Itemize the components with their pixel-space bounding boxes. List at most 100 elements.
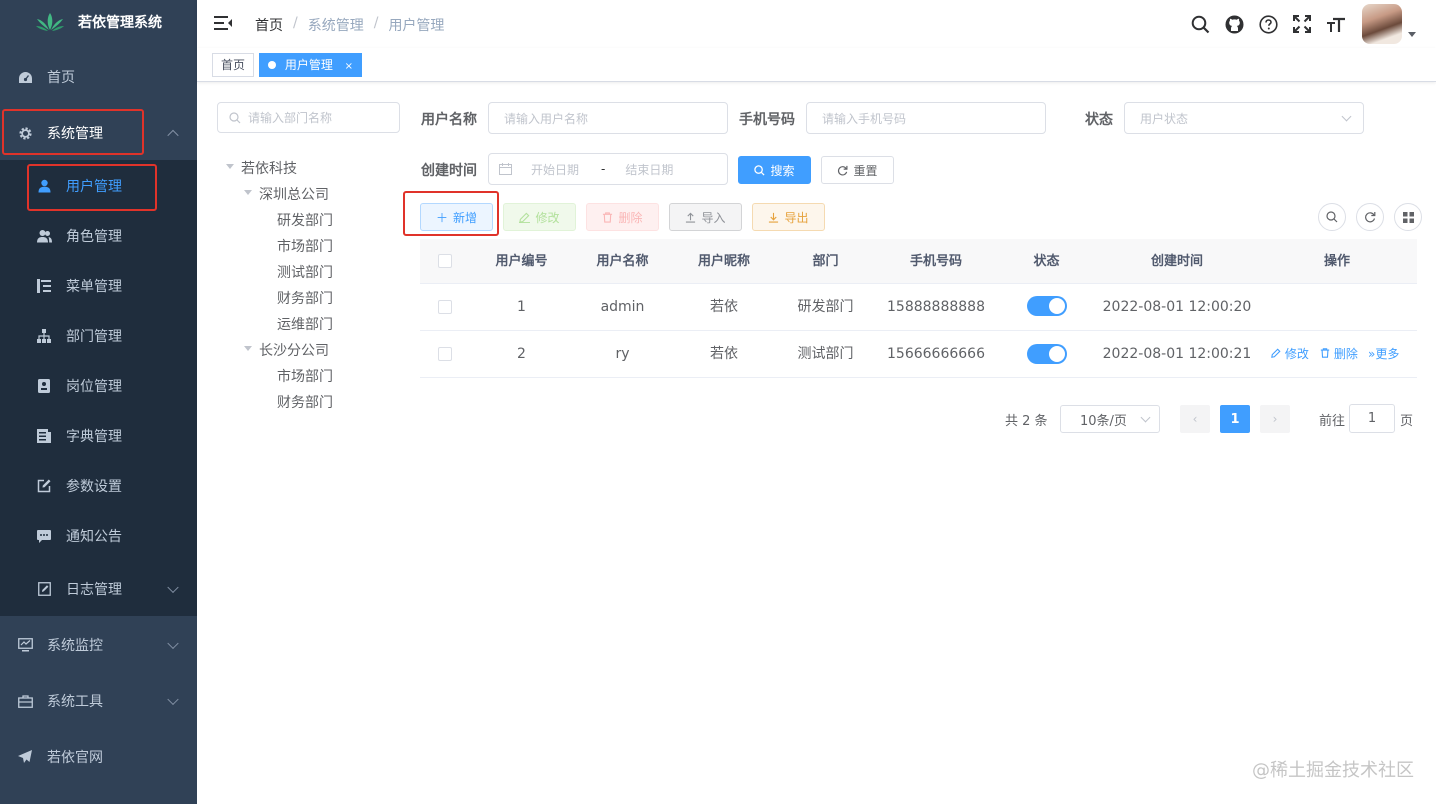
expand-caret-icon[interactable] [226, 164, 234, 169]
start-date-placeholder[interactable]: 开始日期 [531, 161, 579, 178]
phone-input[interactable]: 请输入手机号码 [806, 102, 1046, 134]
goto-page-input[interactable]: 1 [1349, 404, 1395, 433]
row-more-link[interactable]: »更多 [1368, 331, 1399, 378]
goto-label: 前往 [1319, 414, 1346, 429]
status-select[interactable]: 用户状态 [1124, 102, 1364, 134]
status-switch[interactable] [1027, 344, 1067, 364]
column-header[interactable]: 状态 [996, 239, 1097, 284]
tag-label: 用户管理 [284, 58, 333, 72]
select-all-checkbox[interactable] [438, 254, 452, 268]
search-icon [1326, 211, 1338, 223]
tree-node[interactable]: 市场部门 [277, 236, 333, 256]
tree-node[interactable]: 市场部门 [277, 366, 333, 386]
sidebar-item-monitor[interactable]: 系统监控 [0, 620, 197, 670]
chevron-down-icon [1341, 111, 1352, 122]
avatar[interactable] [1362, 4, 1402, 44]
search-button[interactable]: 搜索 [738, 156, 811, 184]
tree-node[interactable]: 测试部门 [277, 262, 333, 282]
sidebar-item-roles[interactable]: 角色管理 [0, 211, 197, 261]
column-header[interactable]: 用户编号 [471, 239, 572, 284]
close-icon[interactable]: × [345, 61, 353, 72]
sidebar-item-menus[interactable]: 菜单管理 [0, 261, 197, 311]
column-header[interactable]: 操作 [1257, 239, 1417, 284]
page-number-current[interactable]: 1 [1220, 405, 1250, 433]
tree-node[interactable]: 若依科技 [241, 158, 297, 178]
end-date-placeholder[interactable]: 结束日期 [625, 161, 673, 178]
tree-node[interactable]: 研发部门 [277, 210, 333, 230]
sidebar-item-logs[interactable]: 日志管理 [0, 564, 197, 614]
columns-button[interactable] [1394, 203, 1422, 231]
tree-icon [36, 328, 52, 344]
export-button[interactable]: 导出 [752, 203, 825, 231]
username-placeholder: 请输入用户名称 [504, 111, 589, 126]
sidebar-item-tools[interactable]: 系统工具 [0, 676, 197, 726]
username-input[interactable]: 请输入用户名称 [488, 102, 728, 134]
column-header[interactable]: 用户名称 [572, 239, 673, 284]
tree-table-icon [36, 278, 52, 294]
refresh-icon [838, 165, 848, 175]
toggle-search-button[interactable] [1318, 203, 1346, 231]
row-edit-link[interactable]: 修改 [1271, 331, 1309, 378]
caret-down-icon[interactable] [1408, 31, 1416, 37]
breadcrumb-item[interactable]: 首页 [255, 15, 283, 35]
question-icon[interactable] [1258, 14, 1278, 34]
dept-search-input[interactable]: 请输入部门名称 [217, 102, 400, 133]
expand-caret-icon[interactable] [244, 346, 252, 351]
column-header[interactable]: 用户昵称 [673, 239, 775, 284]
next-page-button[interactable]: › [1260, 405, 1290, 433]
date-range-picker[interactable]: 开始日期 - 结束日期 [488, 153, 728, 185]
edit-icon [1271, 348, 1281, 358]
status-switch[interactable] [1027, 296, 1067, 316]
prev-page-button[interactable]: ‹ [1180, 405, 1210, 433]
refresh-icon [1365, 212, 1376, 223]
tag-user-management[interactable]: 用户管理 × [259, 53, 363, 77]
import-button[interactable]: 导入 [669, 203, 742, 231]
reset-button[interactable]: 重置 [821, 156, 894, 184]
sidebar-item-depts[interactable]: 部门管理 [0, 311, 197, 361]
tree-node[interactable]: 财务部门 [277, 392, 333, 412]
column-header[interactable]: 部门 [775, 239, 876, 284]
hamburger-icon[interactable] [214, 15, 232, 31]
monitor-icon [17, 637, 33, 653]
delete-button[interactable]: 删除 [586, 203, 659, 231]
edit-button[interactable]: 修改 [503, 203, 576, 231]
search-button-label: 搜索 [770, 163, 795, 178]
import-button-label: 导入 [701, 210, 726, 225]
tree-node[interactable]: 财务部门 [277, 288, 333, 308]
column-header[interactable]: 创建时间 [1097, 239, 1257, 284]
expand-caret-icon[interactable] [244, 190, 252, 195]
table-row: 1 admin 若依 研发部门 15888888888 2022-08-01 1… [420, 284, 1417, 331]
search-icon[interactable] [1190, 14, 1210, 34]
text-size-icon[interactable] [1326, 14, 1346, 34]
page-size-select[interactable]: 10条/页 [1060, 405, 1160, 433]
sidebar-item-home[interactable]: 首页 [0, 52, 197, 102]
refresh-button[interactable] [1356, 203, 1384, 231]
row-checkbox[interactable] [438, 347, 452, 361]
sidebar-item-official-site[interactable]: 若依官网 [0, 732, 197, 782]
tag-home[interactable]: 首页 [212, 53, 255, 77]
fullscreen-icon[interactable] [1292, 14, 1312, 34]
pagination-total: 共 2 条 [1005, 414, 1048, 429]
cell-nickname: 若依 [710, 346, 738, 362]
chevron-left-icon: ‹ [1192, 412, 1198, 426]
sidebar-item-label: 部门管理 [66, 329, 122, 345]
cell-dept: 研发部门 [797, 299, 854, 315]
row-checkbox[interactable] [438, 300, 452, 314]
message-icon [36, 528, 52, 544]
chevron-down-icon [167, 693, 179, 706]
page-size-value: 10条/页 [1080, 413, 1127, 429]
tree-node[interactable]: 运维部门 [277, 314, 333, 334]
sidebar-item-label: 参数设置 [66, 479, 122, 495]
column-header[interactable]: 手机号码 [876, 239, 996, 284]
logo[interactable]: 若依管理系统 [0, 0, 197, 44]
sidebar-item-config[interactable]: 参数设置 [0, 461, 197, 511]
tree-node[interactable]: 长沙分公司 [259, 340, 329, 360]
sidebar-item-posts[interactable]: 岗位管理 [0, 361, 197, 411]
cell-nickname: 若依 [710, 299, 738, 315]
trash-icon [1320, 348, 1330, 358]
row-delete-link[interactable]: 删除 [1320, 331, 1358, 378]
tree-node[interactable]: 深圳总公司 [259, 184, 329, 204]
sidebar-item-dicts[interactable]: 字典管理 [0, 411, 197, 461]
github-icon[interactable] [1224, 14, 1244, 34]
sidebar-item-notices[interactable]: 通知公告 [0, 511, 197, 561]
